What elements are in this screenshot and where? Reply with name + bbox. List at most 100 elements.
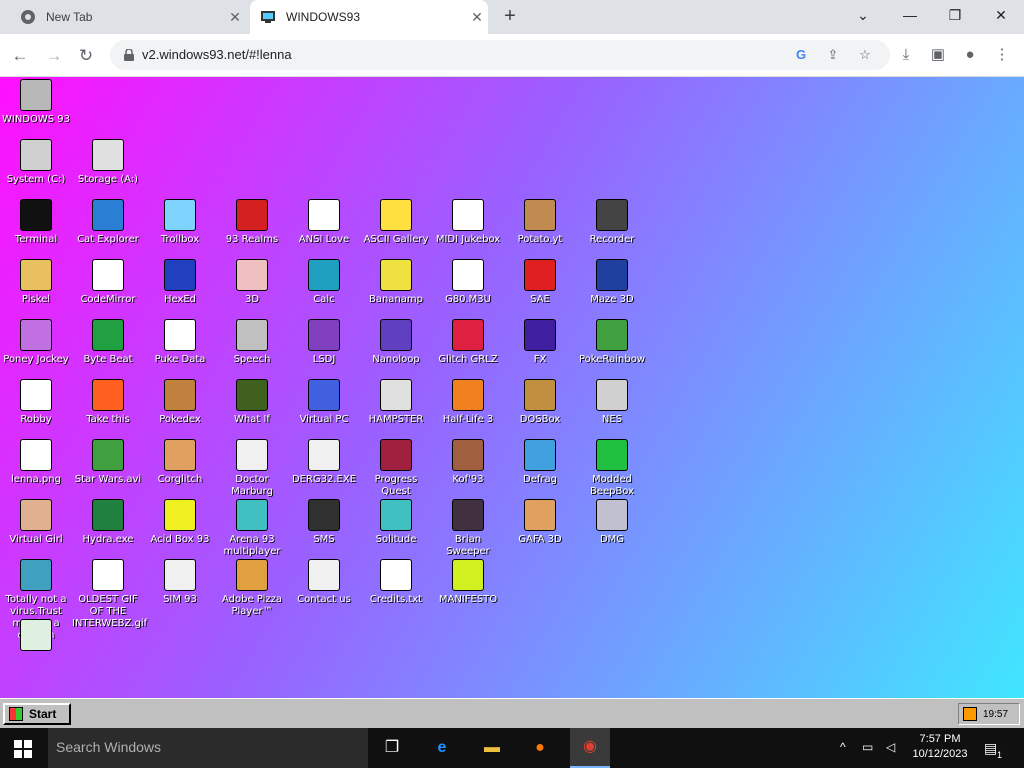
- desktop-icon[interactable]: DOSBox: [504, 379, 576, 426]
- desktop-icon[interactable]: Star Wars.avi: [72, 439, 144, 486]
- desktop-icon[interactable]: Corglitch: [144, 439, 216, 486]
- desktop-icon[interactable]: Terminal: [0, 199, 72, 246]
- tab-new-tab[interactable]: New Tab ✕: [8, 0, 246, 34]
- desktop-icon[interactable]: Modded BeepBox: [576, 439, 648, 498]
- desktop-icon[interactable]: System (C:): [0, 139, 72, 186]
- chrome-taskbar-icon[interactable]: ◉: [570, 728, 610, 768]
- close-tab-icon[interactable]: ✕: [224, 9, 246, 26]
- desktop-icon[interactable]: Cat Explorer: [72, 199, 144, 246]
- desktop-icon[interactable]: Kof'93: [432, 439, 504, 486]
- desktop-icon[interactable]: Pokedex: [144, 379, 216, 426]
- desktop-icon[interactable]: Nanoloop: [360, 319, 432, 366]
- desktop-icon[interactable]: SAE: [504, 259, 576, 306]
- new-tab-button[interactable]: +: [498, 6, 522, 28]
- desktop-icon[interactable]: Arena 93 multiplayer: [216, 499, 288, 558]
- desktop-icon[interactable]: Puke Data: [144, 319, 216, 366]
- desktop-icon[interactable]: LSDJ: [288, 319, 360, 366]
- bookmark-star-icon[interactable]: ☆: [856, 46, 874, 64]
- tray-chevron-icon[interactable]: ^: [840, 740, 846, 754]
- desktop-icon[interactable]: PokeRainbow: [576, 319, 648, 366]
- desktop-icon[interactable]: DERG32.EXE: [288, 439, 360, 486]
- desktop-icon[interactable]: Progress Quest: [360, 439, 432, 498]
- task-view-icon[interactable]: ❐: [380, 736, 404, 760]
- restore-icon[interactable]: ❐: [941, 4, 969, 26]
- firefox-icon[interactable]: ●: [528, 736, 552, 760]
- desktop-icon[interactable]: Poney Jockey: [0, 319, 72, 366]
- desktop-icon[interactable]: Trollbox: [144, 199, 216, 246]
- desktop-icon[interactable]: Maze 3D: [576, 259, 648, 306]
- desktop-icon[interactable]: Potato.yt: [504, 199, 576, 246]
- tab-search-icon[interactable]: ⌄: [849, 4, 877, 26]
- network-icon[interactable]: ▭: [862, 740, 873, 754]
- desktop-icon[interactable]: What If: [216, 379, 288, 426]
- desktop-icon[interactable]: SMS: [288, 499, 360, 546]
- minimize-icon[interactable]: —: [896, 4, 924, 26]
- file-explorer-icon[interactable]: ▬: [480, 736, 504, 760]
- desktop-icon[interactable]: NES: [576, 379, 648, 426]
- desktop-icon[interactable]: ANSI Love: [288, 199, 360, 246]
- desktop-icon[interactable]: 93 Realms: [216, 199, 288, 246]
- desktop-icon[interactable]: DMG: [576, 499, 648, 546]
- desktop-icon[interactable]: Credits.txt: [360, 559, 432, 606]
- desktop-icon[interactable]: HAMPSTER: [360, 379, 432, 426]
- desktop-icon[interactable]: Recorder: [576, 199, 648, 246]
- desktop-icon[interactable]: WINDOWS 93: [0, 79, 72, 126]
- profile-avatar-icon[interactable]: ●: [960, 45, 980, 65]
- edge-icon[interactable]: e: [430, 736, 454, 760]
- tab-windows93[interactable]: WINDOWS93 ✕: [250, 0, 488, 34]
- desktop-icon[interactable]: CodeMirror: [72, 259, 144, 306]
- notification-center-icon[interactable]: ▤: [984, 740, 997, 757]
- close-tab-icon[interactable]: ✕: [466, 9, 488, 26]
- windows-start-icon[interactable]: [14, 740, 32, 758]
- desktop-icon[interactable]: Virtual PC: [288, 379, 360, 426]
- windows-search-box[interactable]: Search Windows: [48, 728, 368, 768]
- side-panel-icon[interactable]: ▣: [928, 45, 948, 65]
- download-icon[interactable]: ⤓: [896, 45, 916, 65]
- girl-portrait-icon: [20, 499, 52, 531]
- desktop-icon[interactable]: lenna.png: [0, 439, 72, 486]
- desktop-icon[interactable]: Take this: [72, 379, 144, 426]
- desktop-icon[interactable]: Brian Sweeper: [432, 499, 504, 558]
- desktop-icon[interactable]: Speech: [216, 319, 288, 366]
- desktop-icon[interactable]: FX: [504, 319, 576, 366]
- desktop-icon[interactable]: [0, 619, 72, 654]
- desktop-icon[interactable]: Piskel: [0, 259, 72, 306]
- desktop-icon[interactable]: Storage (A:): [72, 139, 144, 186]
- volume-muted-icon[interactable]: ◁: [886, 740, 895, 754]
- desktop-icon[interactable]: ASCII Gallery: [360, 199, 432, 246]
- desktop-icon[interactable]: Acid Box 93: [144, 499, 216, 546]
- forward-icon[interactable]: →: [42, 44, 66, 68]
- back-icon[interactable]: ←: [8, 44, 32, 68]
- w93-start-button[interactable]: Start: [3, 703, 71, 725]
- desktop-icon[interactable]: MIDI Jukebox: [432, 199, 504, 246]
- desktop-icon[interactable]: OLDEST GIF OF THE INTERWEBZ.gif: [72, 559, 147, 630]
- reload-icon[interactable]: ↻: [74, 44, 98, 68]
- desktop-icon[interactable]: Doctor Marburg: [216, 439, 288, 498]
- desktop-icon[interactable]: Contact us: [288, 559, 360, 606]
- google-icon[interactable]: G: [792, 46, 810, 64]
- desktop-icon[interactable]: Hydra.exe: [72, 499, 144, 546]
- more-menu-icon[interactable]: ⋮: [992, 45, 1012, 65]
- desktop-icon[interactable]: Virtual Girl: [0, 499, 72, 546]
- desktop-icon[interactable]: Adobe Pizza Player™: [216, 559, 288, 618]
- desktop-icon[interactable]: Calc: [288, 259, 360, 306]
- desktop-icon[interactable]: Robby: [0, 379, 72, 426]
- close-window-icon[interactable]: ✕: [987, 4, 1015, 26]
- address-bar[interactable]: v2.windows93.net/#!lenna G ⇪ ☆: [110, 40, 890, 70]
- desktop-icon[interactable]: GAFA 3D: [504, 499, 576, 546]
- desktop-icon[interactable]: Defrag: [504, 439, 576, 486]
- desktop-icon[interactable]: 3D: [216, 259, 288, 306]
- desktop-icon[interactable]: G80.M3U: [432, 259, 504, 306]
- rss-icon[interactable]: [963, 707, 977, 721]
- desktop-icon[interactable]: Half-Life 3: [432, 379, 504, 426]
- desktop-icon[interactable]: HexEd: [144, 259, 216, 306]
- desktop-icon-label: CodeMirror: [80, 294, 136, 305]
- share-icon[interactable]: ⇪: [824, 46, 842, 64]
- desktop-icon[interactable]: Byte Beat: [72, 319, 144, 366]
- desktop-icon[interactable]: Bananamp: [360, 259, 432, 306]
- system-clock[interactable]: 7:57 PM 10/12/2023: [908, 732, 972, 762]
- desktop-icon[interactable]: SIM 93: [144, 559, 216, 606]
- desktop-icon[interactable]: Solitude: [360, 499, 432, 546]
- desktop-icon[interactable]: Glitch GRLZ: [432, 319, 504, 366]
- desktop-icon[interactable]: MANIFESTO: [432, 559, 504, 606]
